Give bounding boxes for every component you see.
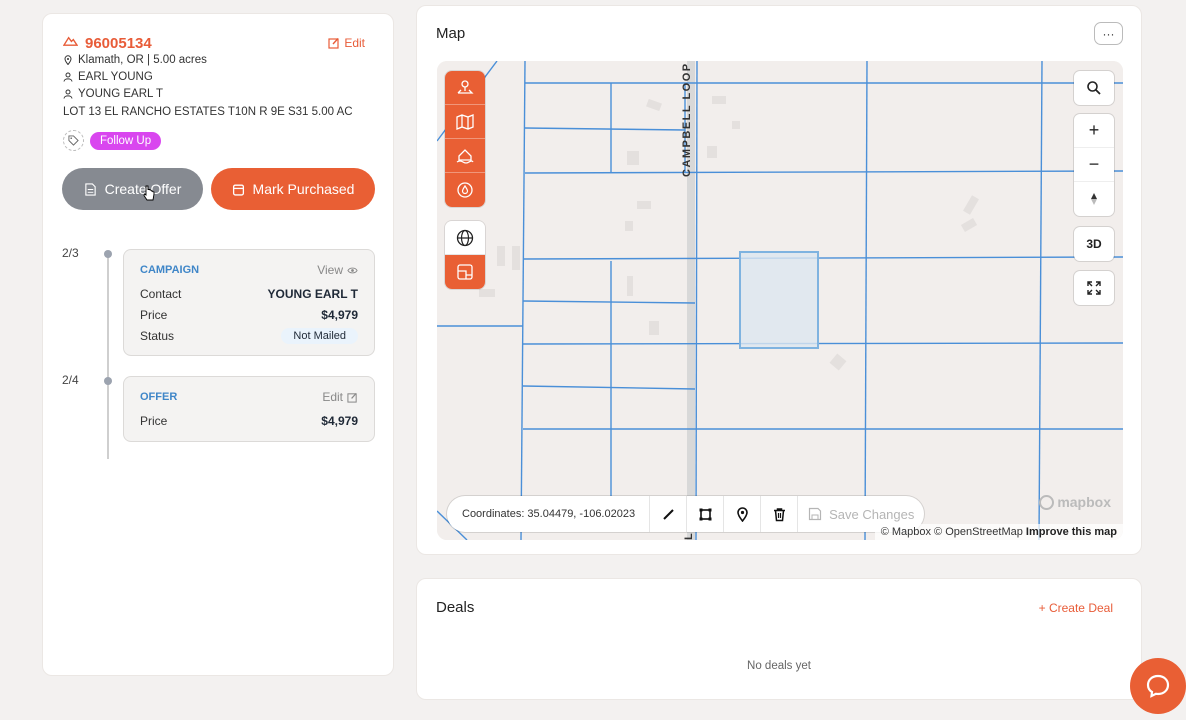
- eye-icon: [347, 267, 358, 273]
- tag-row: Follow Up: [63, 130, 162, 151]
- deals-title: Deals: [436, 599, 475, 616]
- create-deal-button[interactable]: + Create Deal: [1039, 601, 1113, 615]
- coordinates-display: Coordinates: 35.04479, -106.02023: [462, 508, 636, 520]
- price-row: Price $4,979: [140, 308, 358, 322]
- stage-title: CAMPAIGN: [140, 264, 200, 276]
- support-chat-button[interactable]: [1130, 658, 1186, 714]
- mark-purchased-button[interactable]: Mark Purchased: [211, 168, 375, 210]
- edit-icon: [347, 392, 357, 403]
- edit-label: Edit: [344, 36, 365, 50]
- save-icon: [808, 507, 822, 521]
- compass-button[interactable]: [1074, 182, 1114, 216]
- person-pin-icon: [457, 79, 474, 94]
- attribution-link[interactable]: © Mapbox © OpenStreetMap: [881, 526, 1023, 538]
- fullscreen-control: [1074, 271, 1114, 305]
- search-icon: [1087, 81, 1101, 95]
- tag-icon: [68, 135, 79, 146]
- document-icon: [84, 182, 96, 196]
- mapbox-logo: mapbox: [1039, 494, 1111, 510]
- map-title: Map: [436, 25, 466, 42]
- purchase-icon: [232, 184, 244, 196]
- map-attribution: © Mapbox © OpenStreetMap Improve this ma…: [874, 524, 1123, 540]
- zoom-in-button[interactable]: +: [1074, 114, 1114, 148]
- water-drop-icon: [457, 182, 473, 198]
- property-panel: 96005134 Edit Klamath, OR | 5.00 acres E…: [42, 13, 394, 676]
- follow-up-badge[interactable]: Follow Up: [90, 131, 162, 150]
- satellite-view-button[interactable]: [445, 255, 485, 289]
- property-location: Klamath, OR | 5.00 acres: [63, 54, 207, 66]
- edit-icon: [328, 38, 339, 49]
- map-canvas[interactable]: CAMPBELL LOOP LOOP: [437, 61, 1123, 540]
- location-pin-icon: [64, 55, 72, 65]
- timeline-line: [107, 254, 109, 459]
- flood-layer-button[interactable]: [445, 139, 485, 173]
- search-control: [1074, 71, 1114, 105]
- edit-property-link[interactable]: Edit: [328, 36, 365, 50]
- cursor-icon: [143, 185, 155, 201]
- contact-row: Contact YOUNG EARL T: [140, 287, 358, 301]
- polygon-icon: [699, 508, 712, 520]
- map-pin-icon: [736, 506, 748, 522]
- draw-line-tool[interactable]: [649, 496, 686, 532]
- owner-layer-button[interactable]: [445, 71, 485, 105]
- flood-house-icon: [456, 148, 474, 164]
- draw-polygon-tool[interactable]: [686, 496, 723, 532]
- map-search-button[interactable]: [1074, 71, 1114, 105]
- price-row: Price $4,979: [140, 414, 358, 428]
- edit-offer-link[interactable]: Edit: [322, 390, 358, 404]
- stage-title: OFFER: [140, 391, 178, 403]
- compass-icon: [1091, 193, 1097, 205]
- zoom-out-button[interactable]: −: [1074, 148, 1114, 182]
- deals-panel: Deals + Create Deal No deals yet: [416, 578, 1142, 700]
- legal-description: LOT 13 EL RANCHO ESTATES T10N R 9E S31 5…: [63, 106, 353, 118]
- map-layer-button[interactable]: [445, 105, 485, 139]
- chat-bubble-icon: [1146, 674, 1170, 698]
- person-icon: [63, 89, 73, 99]
- pencil-icon: [662, 508, 674, 520]
- step-counter: 2/4: [62, 373, 79, 387]
- property-apn: 96005134: [85, 34, 152, 52]
- layer-controls: [445, 71, 485, 207]
- map-toolbar: Coordinates: 35.04479, -106.02023 Save C…: [447, 496, 925, 532]
- property-header: 96005134 Edit: [62, 33, 365, 53]
- more-options-button[interactable]: ···: [1094, 22, 1123, 45]
- add-tag-button[interactable]: [63, 130, 84, 151]
- map-icon: [456, 113, 474, 130]
- timeline-dot: [104, 377, 112, 385]
- fullscreen-button[interactable]: [1074, 271, 1114, 305]
- expand-icon: [1087, 281, 1101, 295]
- timeline-dot: [104, 250, 112, 258]
- terrain-icon: [62, 33, 79, 53]
- view-campaign-link[interactable]: View: [317, 263, 358, 277]
- status-badge: Not Mailed: [281, 328, 358, 344]
- water-layer-button[interactable]: [445, 173, 485, 207]
- globe-icon: [456, 229, 474, 246]
- status-row: Status Not Mailed: [140, 328, 358, 344]
- globe-view-button[interactable]: [445, 221, 485, 255]
- create-offer-button[interactable]: Create Offer: [62, 168, 203, 210]
- place-marker-tool[interactable]: [723, 496, 760, 532]
- 3d-toggle-button[interactable]: 3D: [1074, 227, 1114, 261]
- satellite-map-icon: [457, 264, 473, 280]
- 3d-control: 3D: [1074, 227, 1114, 261]
- view-controls: [445, 221, 485, 289]
- offer-stage-card: OFFER Edit Price $4,979: [123, 376, 375, 442]
- zoom-controls: + −: [1074, 114, 1114, 216]
- empty-state: No deals yet: [747, 660, 811, 672]
- step-counter: 2/3: [62, 246, 79, 260]
- owner-name-2: YOUNG EARL T: [63, 88, 163, 100]
- map-panel: Map ··· CAMPBELL LOOP + − 3D Coordinates…: [416, 5, 1142, 555]
- person-icon: [63, 72, 73, 82]
- owner-name-1: EARL YOUNG: [63, 71, 153, 83]
- road-label: CAMPBELL LOOP: [681, 62, 693, 177]
- campaign-stage-card: CAMPAIGN View Contact YOUNG EARL T Price…: [123, 249, 375, 356]
- trash-icon: [773, 507, 785, 521]
- delete-shape-tool[interactable]: [760, 496, 797, 532]
- parcel-map: [437, 61, 1123, 540]
- improve-map-link[interactable]: Improve this map: [1026, 526, 1117, 538]
